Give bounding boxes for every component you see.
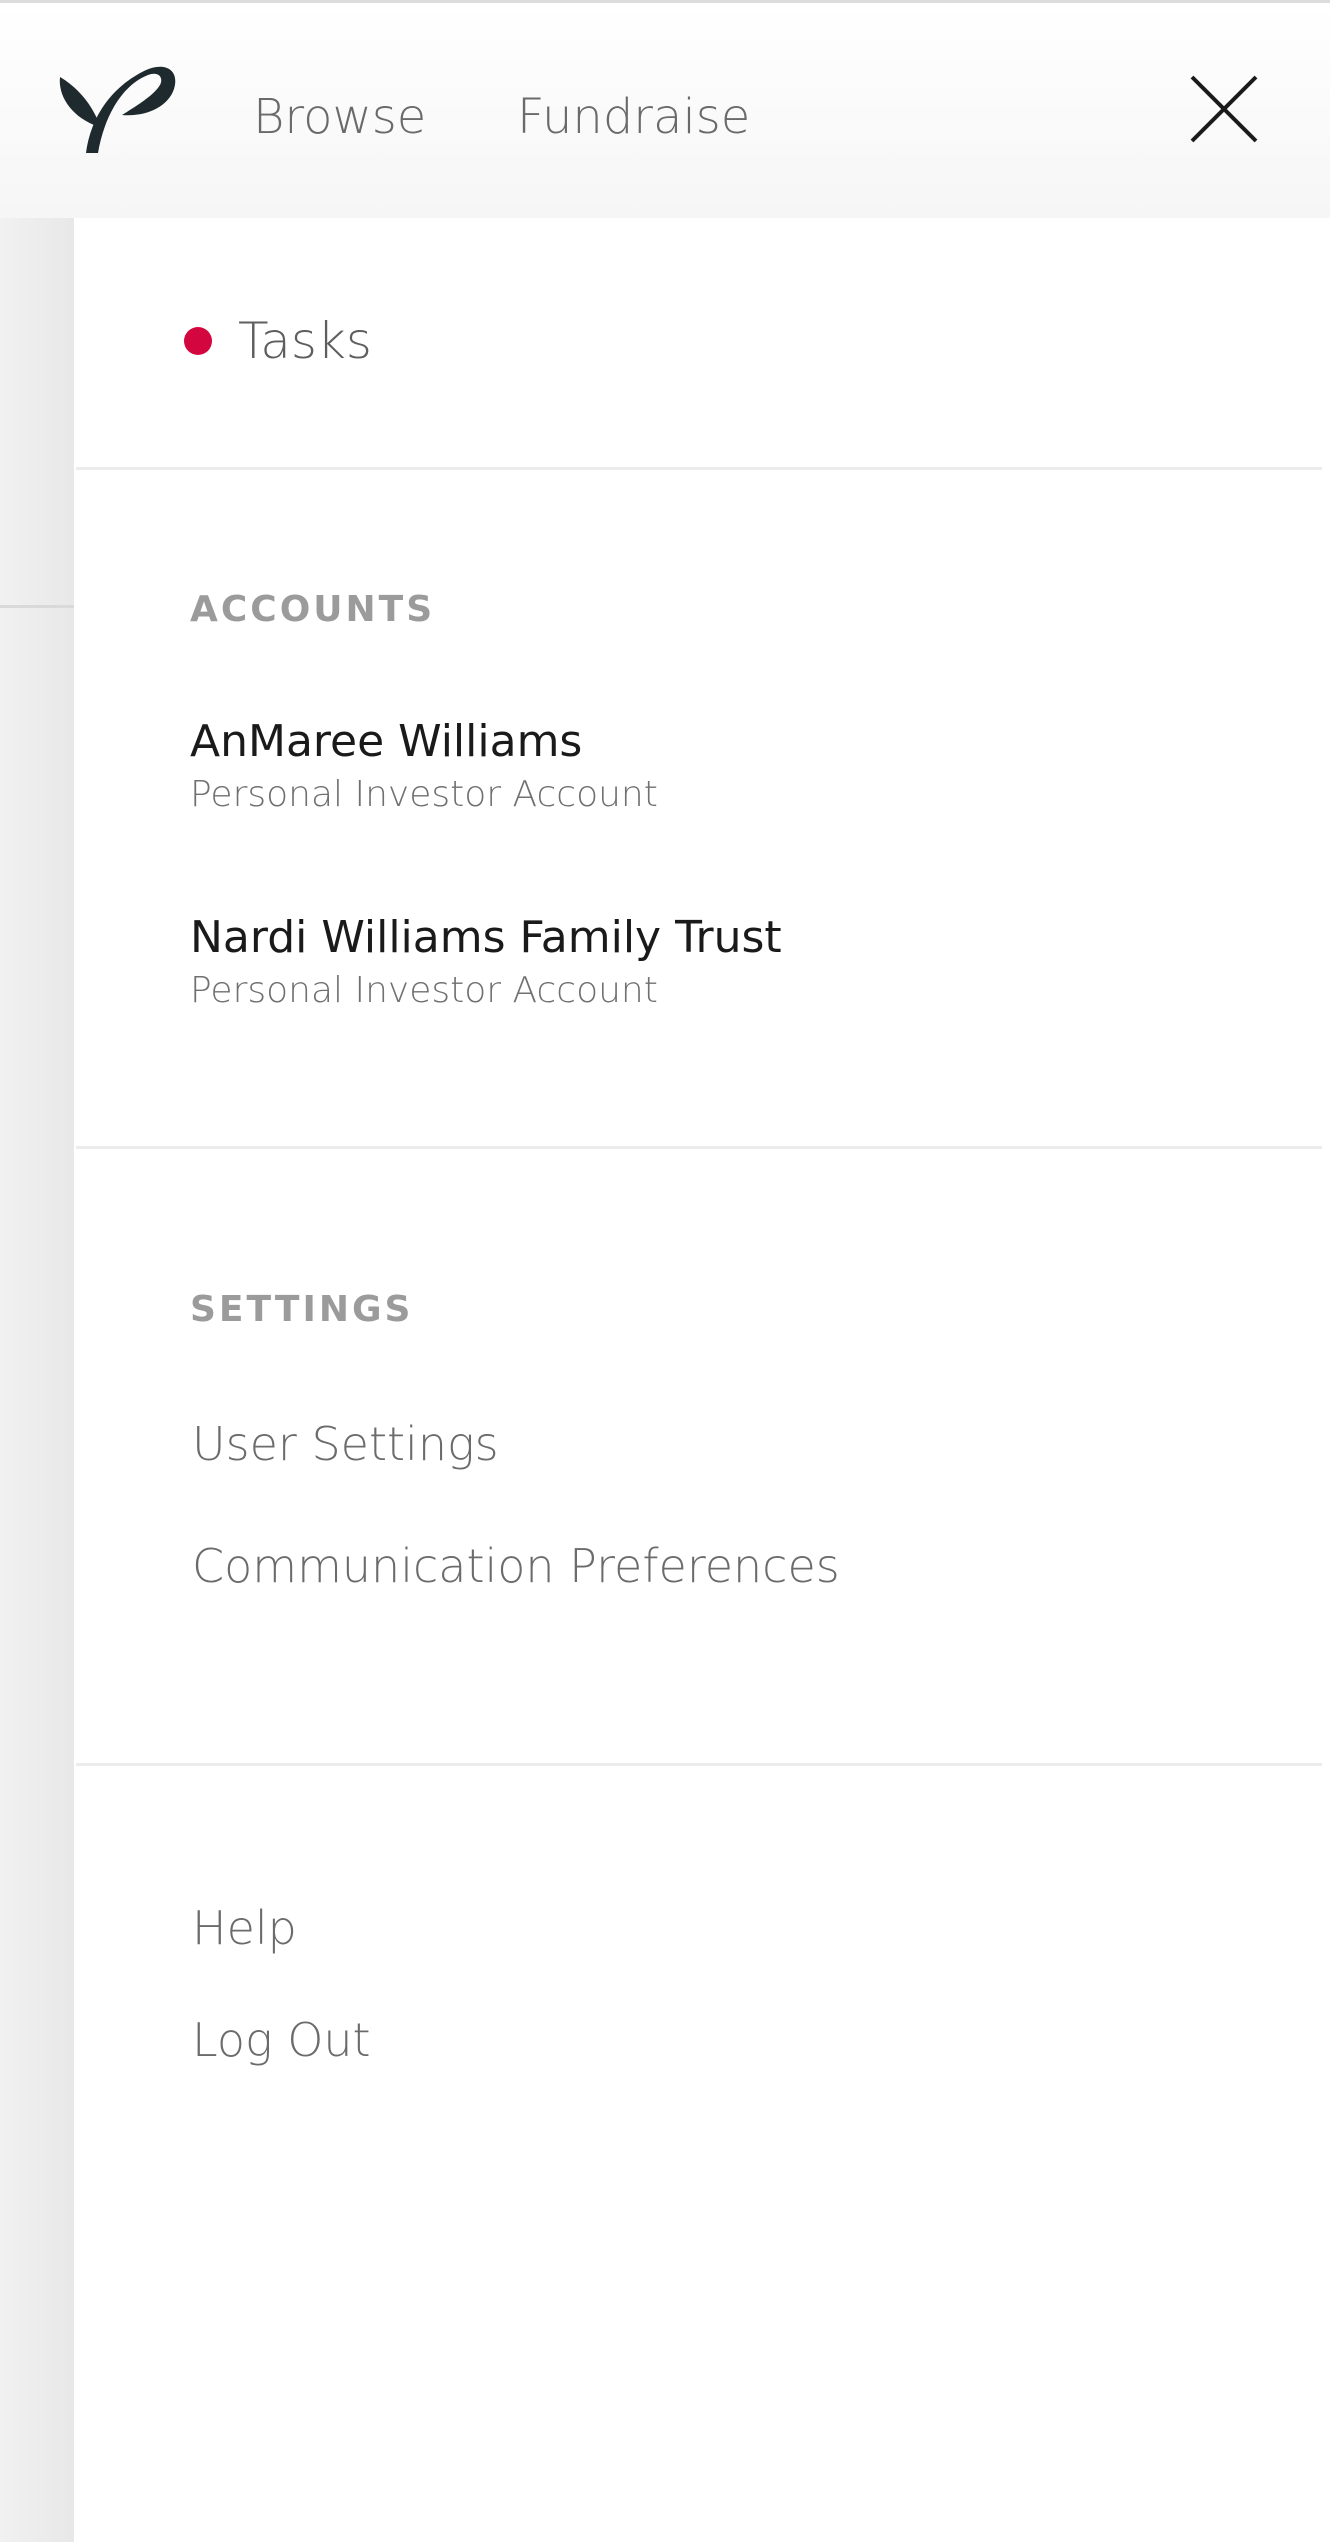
sprout-logo-icon[interactable] — [56, 55, 180, 159]
user-settings-link[interactable]: User Settings — [192, 1414, 499, 1474]
account-item-anmaree-williams[interactable]: AnMaree Williams Personal Investor Accou… — [190, 714, 658, 820]
communication-preferences-link[interactable]: Communication Preferences — [192, 1536, 840, 1596]
account-name: Nardi Williams Family Trust — [190, 912, 782, 963]
divider — [76, 467, 1322, 470]
tasks-alert-dot — [184, 327, 212, 355]
background-overlay — [0, 218, 74, 2542]
account-name: AnMaree Williams — [190, 716, 583, 767]
divider — [76, 1146, 1322, 1149]
background-divider — [0, 605, 74, 608]
settings-heading: SETTINGS — [190, 1289, 414, 1330]
help-link[interactable]: Help — [192, 1898, 297, 1958]
nav-browse-link[interactable]: Browse — [253, 81, 426, 153]
nav-fundraise-link[interactable]: Fundraise — [517, 81, 750, 153]
accounts-heading: ACCOUNTS — [190, 589, 436, 630]
tasks-label: Tasks — [238, 312, 372, 370]
account-type: Personal Investor Account — [190, 774, 658, 815]
page: Browse Fundraise Tasks ACCOUNTS AnMaree … — [0, 0, 1330, 2542]
divider — [76, 1763, 1322, 1766]
tasks-menu-item[interactable]: Tasks — [184, 306, 372, 376]
account-type: Personal Investor Account — [190, 970, 658, 1011]
account-item-nardi-williams-family-trust[interactable]: Nardi Williams Family Trust Personal Inv… — [190, 910, 782, 1016]
top-nav-bar: Browse Fundraise — [0, 0, 1330, 218]
close-icon[interactable] — [1186, 71, 1262, 147]
account-menu-drawer: Tasks ACCOUNTS AnMaree Williams Personal… — [74, 218, 1330, 2542]
log-out-link[interactable]: Log Out — [192, 2010, 371, 2070]
